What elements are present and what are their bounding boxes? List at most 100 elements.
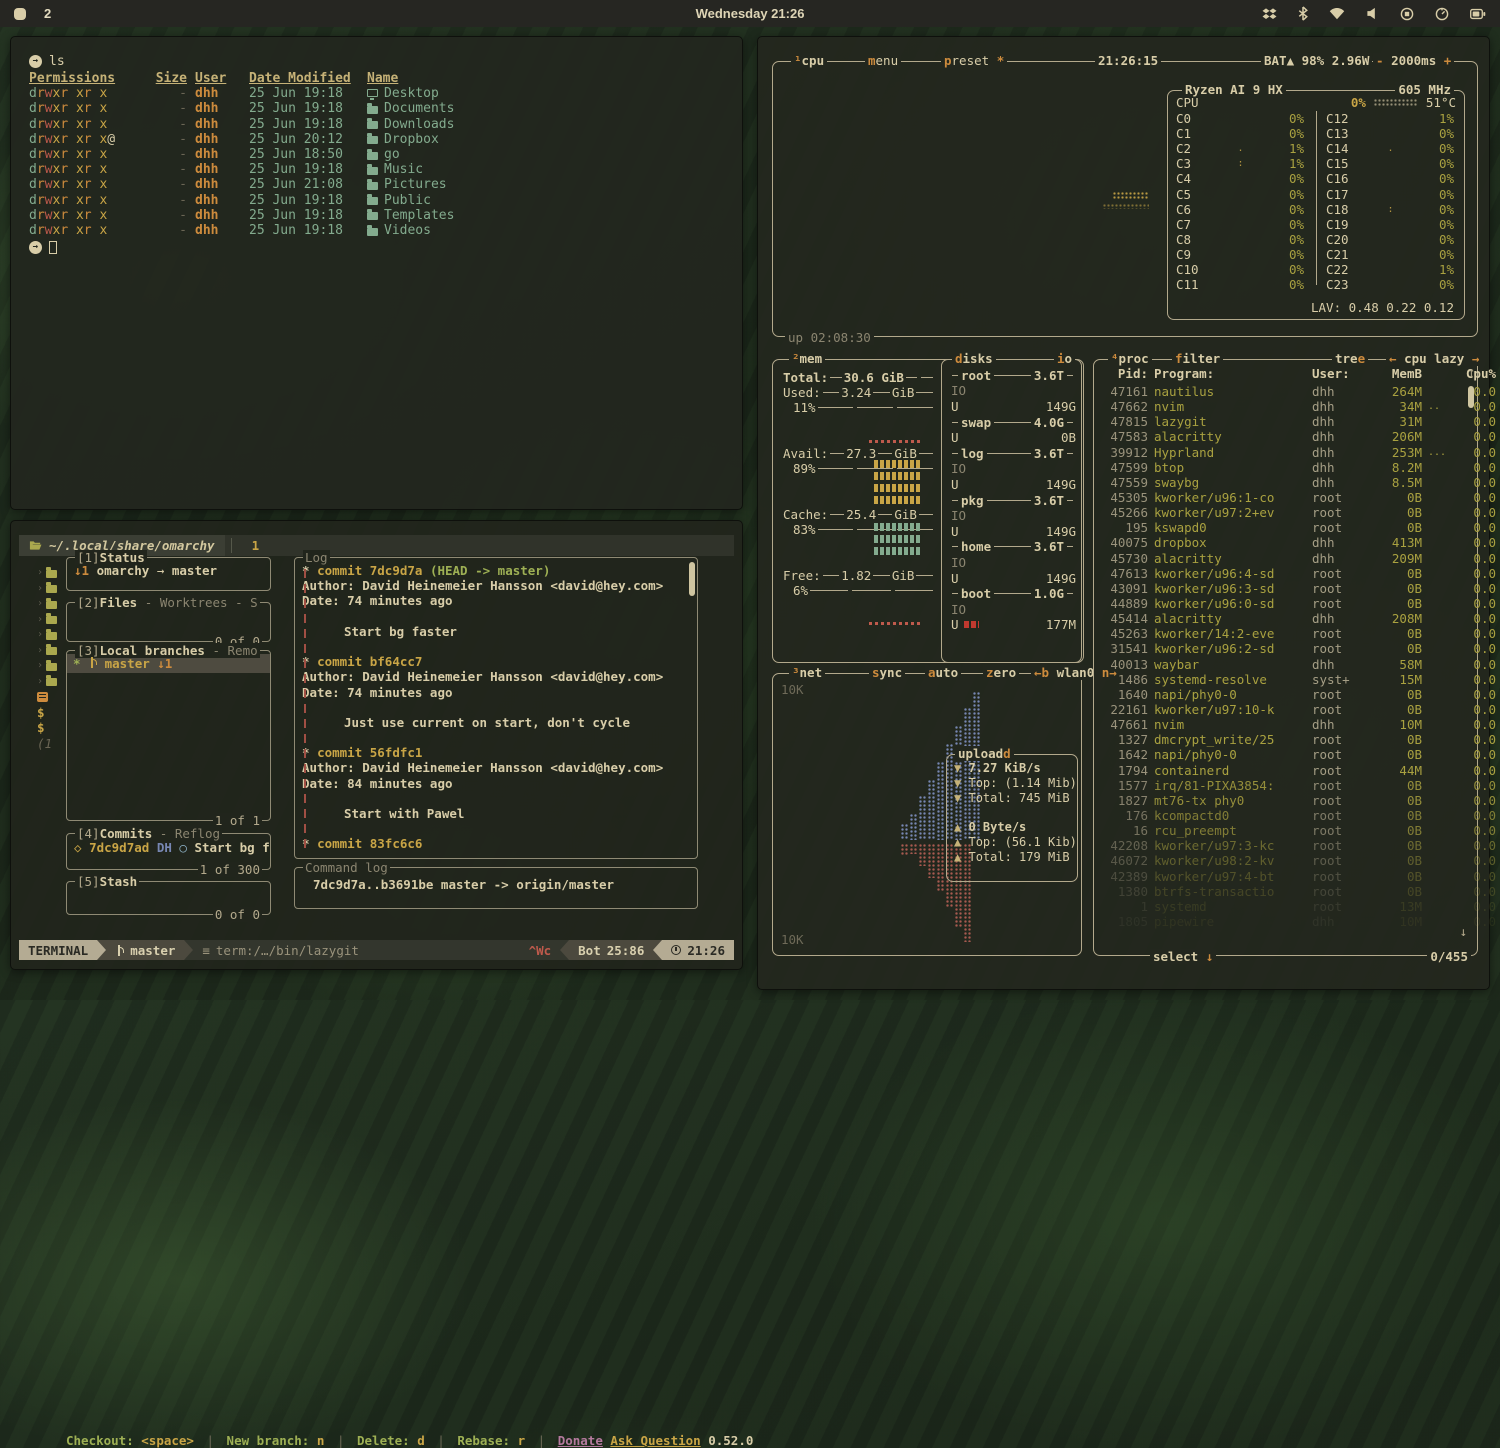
tree-item[interactable]: ›	[37, 674, 63, 690]
donate-link[interactable]: Donate	[558, 1433, 603, 1448]
process-row[interactable]: 1380 btrfs-transactio root 0B 0.0	[1104, 884, 1463, 899]
bluetooth-icon[interactable]	[1298, 6, 1308, 21]
wifi-icon[interactable]	[1329, 7, 1345, 20]
process-row[interactable]: 46072 kworker/u98:2-kv root 0B 0.0	[1104, 853, 1463, 868]
tree-item[interactable]: ›	[37, 627, 63, 643]
process-row[interactable]: 22161 kworker/u97:10-k root 0B 0.0	[1104, 702, 1463, 717]
process-row[interactable]: 16 rcu_preempt root 0B 0.0	[1104, 823, 1463, 838]
command-text: ls	[49, 54, 65, 69]
process-row[interactable]: 176 kcompactd0 root 0B 0.0	[1104, 808, 1463, 823]
proc-filter-button[interactable]: filter	[1172, 351, 1223, 366]
files-panel[interactable]: [2]Files - Worktrees - S 0 of 0	[66, 602, 271, 642]
proc-scroll-down[interactable]: ↓	[1459, 924, 1467, 939]
net-zero-toggle[interactable]: zero	[983, 665, 1019, 680]
process-row[interactable]: 47583 alacritty dhh 206M 0.0	[1104, 429, 1463, 444]
keybind-new-branch[interactable]: New branch: n	[227, 1433, 325, 1448]
status-panel[interactable]: [1]Status ↓1 omarchy → master	[66, 557, 271, 591]
proc-tree-toggle[interactable]: tree	[1332, 351, 1368, 366]
proc-scroll-up[interactable]: ↑	[1467, 364, 1475, 379]
dropbox-icon[interactable]	[1262, 7, 1277, 21]
disks-box-title[interactable]: disks	[952, 351, 996, 366]
tree-item-script[interactable]: $	[37, 720, 63, 736]
process-row[interactable]: 45305 kworker/u96:1-co root 0B 0.0	[1104, 490, 1463, 505]
mem-box-title[interactable]: ²mem	[789, 351, 825, 366]
terminal-window: → ls Permissions Size User Date Modified…	[10, 36, 743, 510]
mem-line: Avail:27.3GiB	[783, 446, 935, 461]
update-interval[interactable]: - 2000ms +	[1373, 53, 1454, 68]
folder-icon	[46, 647, 57, 655]
process-row[interactable]: 47815 lazygit dhh 31M 0.0	[1104, 414, 1463, 429]
keybind-checkout[interactable]: Checkout: <space>	[66, 1433, 194, 1448]
process-row[interactable]: 47161 nautilus dhh 264M 0.0	[1104, 384, 1463, 399]
log-commit: * commit 56fdfc1 Author: David Heinemeie…	[302, 745, 690, 836]
process-row[interactable]: 42389 kworker/u97:4-bt root 0B 0.0	[1104, 869, 1463, 884]
process-row[interactable]: 47599 btop dhh 8.2M 0.0	[1104, 460, 1463, 475]
tab-1[interactable]: 1	[238, 538, 274, 553]
cpu-box-title[interactable]: ¹cpu	[791, 53, 827, 68]
net-auto-toggle[interactable]: auto	[925, 665, 961, 680]
gauge-icon[interactable]	[1435, 7, 1449, 21]
process-row[interactable]: 1805 pipewire dhh 10M 0.0	[1104, 914, 1463, 929]
process-row[interactable]: 42208 kworker/u97:3-kc root 0B 0.0	[1104, 838, 1463, 853]
branches-panel[interactable]: [3]Local branches - Remo * master ↓1 1 o…	[66, 650, 271, 821]
process-row[interactable]: 45730 alacritty dhh 209M 0.0	[1104, 551, 1463, 566]
process-row[interactable]: 1640 napi/phy0-0 root 0B 0.0	[1104, 687, 1463, 702]
process-row[interactable]: 1327 dmcrypt_write/25 root 0B 0.0	[1104, 732, 1463, 747]
process-row[interactable]: 47662 nvim dhh 34M .. 0.0	[1104, 399, 1463, 414]
process-row[interactable]: 40075 dropbox dhh 413M 0.0	[1104, 535, 1463, 550]
process-row[interactable]: 1827 mt76-tx phy0 root 0B 0.0	[1104, 793, 1463, 808]
net-box-title[interactable]: ³net	[789, 665, 825, 680]
process-row[interactable]: 31541 kworker/u96:2-sd root 0B 0.0	[1104, 641, 1463, 656]
net-stats-title[interactable]: uploadd	[955, 746, 1014, 761]
process-row[interactable]: 44889 kworker/u96:0-sd root 0B 0.0	[1104, 596, 1463, 611]
cpu-graph-dots	[1113, 192, 1149, 200]
user-cell: dhh	[195, 117, 241, 132]
process-row[interactable]: 47661 nvim dhh 10M 0.0	[1104, 717, 1463, 732]
process-row[interactable]: 40013 waybar dhh 58M 0.0	[1104, 657, 1463, 672]
process-row[interactable]: 1 systemd root 13M 0.0	[1104, 899, 1463, 914]
log-panel[interactable]: Log * commit 7dc9d7a (HEAD -> master) Au…	[294, 557, 698, 859]
menu-button[interactable]: menu	[865, 53, 901, 68]
terminal-cursor[interactable]	[49, 241, 57, 254]
preset-button[interactable]: preset *	[941, 53, 1007, 68]
process-row[interactable]: 1794 containerd root 44M 0.0	[1104, 763, 1463, 778]
process-row[interactable]: 45414 alacritty dhh 208M 0.0	[1104, 611, 1463, 626]
keybind-delete[interactable]: Delete: d	[357, 1433, 425, 1448]
tree-item[interactable]: ›	[37, 596, 63, 612]
top-bar: 2 Wednesday 21:26	[0, 0, 1500, 27]
disks-io-toggle[interactable]: io	[1054, 351, 1075, 366]
tree-item-script[interactable]: $	[37, 705, 63, 721]
process-row[interactable]: 195 kswapd0 root 0B 0.0	[1104, 520, 1463, 535]
net-sync-toggle[interactable]: sync	[869, 665, 905, 680]
process-row[interactable]: 45266 kworker/u97:2+ev root 0B 0.0	[1104, 505, 1463, 520]
commits-panel[interactable]: [4]Commits - Reflog ◇ 7dc9d7ad DH ○ Star…	[66, 833, 271, 870]
record-icon[interactable]	[1400, 7, 1414, 21]
log-scrollbar[interactable]	[689, 562, 695, 596]
process-row[interactable]: 1486 systemd-resolve syst+ 15M 0.0	[1104, 672, 1463, 687]
process-row[interactable]: 39912 Hyprland dhh 253M ... 0.0	[1104, 445, 1463, 460]
lazygit-window: ~/.local/share/omarchy 1 › › › › › › › ›…	[10, 520, 743, 970]
log-commit: * commit bf64cc7 Author: David Heinemeie…	[302, 654, 690, 745]
proc-select-hint[interactable]: select ↓	[1150, 949, 1216, 964]
proc-box-title[interactable]: ⁴proc	[1108, 351, 1152, 366]
disk-line: log3.6T	[949, 445, 1076, 461]
stash-panel[interactable]: [5]Stash 0 of 0	[66, 881, 271, 915]
volume-icon[interactable]	[1366, 7, 1379, 20]
ask-question-link[interactable]: Ask Question	[610, 1433, 700, 1448]
tree-item[interactable]: ›	[37, 658, 63, 674]
tree-item[interactable]: ›	[37, 612, 63, 628]
keybind-rebase[interactable]: Rebase: r	[457, 1433, 525, 1448]
process-row[interactable]: 1642 napi/phy0-0 root 0B 0.0	[1104, 747, 1463, 762]
process-row[interactable]: 45263 kworker/14:2-eve root 0B 0.0	[1104, 626, 1463, 641]
tree-item[interactable]: ›	[37, 643, 63, 659]
disk-line: root3.6T	[949, 368, 1076, 384]
battery-icon[interactable]	[1470, 8, 1486, 20]
process-row[interactable]: 47613 kworker/u96:4-sd root 0B 0.0	[1104, 566, 1463, 581]
tree-item[interactable]: ›	[37, 581, 63, 597]
core-row: C60%	[1176, 202, 1304, 217]
tree-item[interactable]: ›	[37, 565, 63, 581]
process-row[interactable]: 1577 irq/81-PIXA3854: root 0B 0.0	[1104, 778, 1463, 793]
tree-item-book[interactable]	[37, 689, 63, 705]
process-row[interactable]: 47559 swaybg dhh 8.5M 0.0	[1104, 475, 1463, 490]
process-row[interactable]: 43091 kworker/u96:3-sd root 0B 0.0	[1104, 581, 1463, 596]
